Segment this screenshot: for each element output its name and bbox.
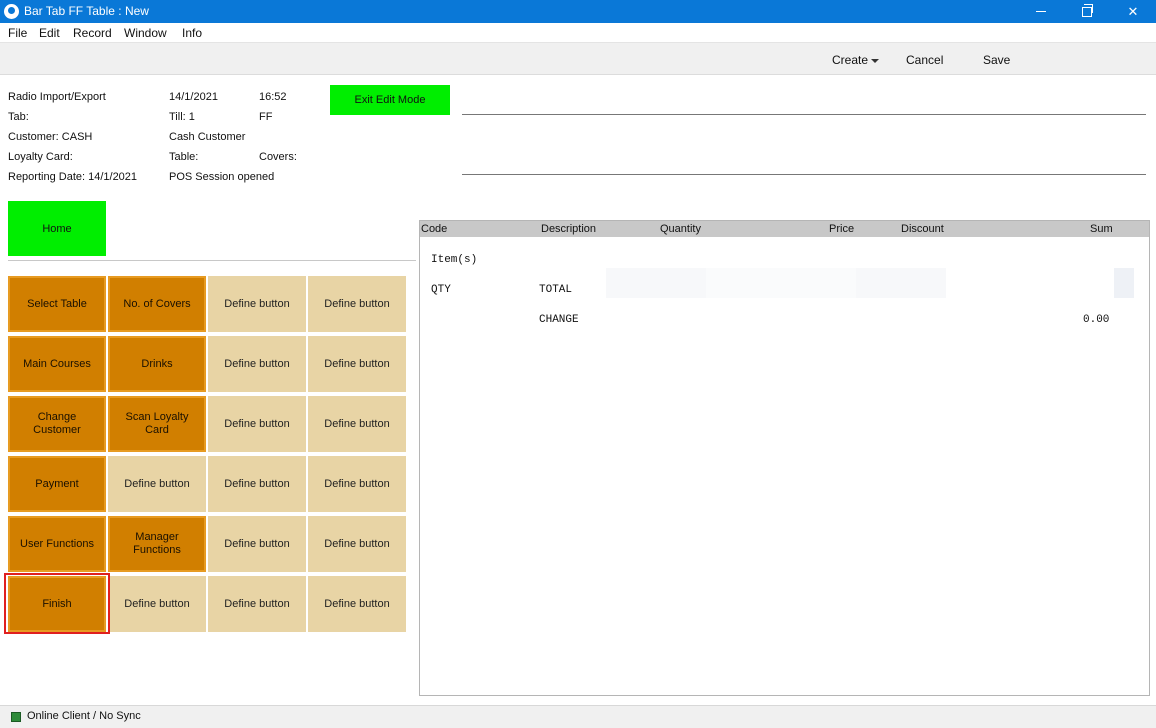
title-bar: Bar Tab FF Table : New ✕ bbox=[0, 0, 1156, 23]
status-bar: Online Client / No Sync bbox=[0, 705, 1156, 728]
chevron-down-icon[interactable] bbox=[871, 59, 879, 63]
define-button[interactable]: Define button bbox=[308, 516, 406, 572]
define-button[interactable]: Define button bbox=[308, 276, 406, 332]
select-table-button[interactable]: Select Table bbox=[8, 276, 106, 332]
exit-edit-mode-button[interactable]: Exit Edit Mode bbox=[330, 85, 450, 115]
items-label: Item(s) bbox=[431, 254, 478, 266]
connection-status-text: Online Client / No Sync bbox=[27, 710, 141, 722]
table-label: Table: bbox=[169, 151, 199, 163]
change-customer-button[interactable]: Change Customer bbox=[8, 396, 106, 452]
window-title: Bar Tab FF Table : New bbox=[24, 4, 149, 18]
covers-button[interactable]: No. of Covers bbox=[108, 276, 206, 332]
save-button[interactable]: Save bbox=[983, 53, 1010, 67]
divider bbox=[462, 114, 1146, 115]
divider bbox=[8, 260, 416, 261]
session-status: POS Session opened bbox=[169, 171, 275, 183]
covers-label: Covers: bbox=[259, 151, 297, 163]
header-time: 16:52 bbox=[259, 91, 287, 103]
define-button[interactable]: Define button bbox=[308, 456, 406, 512]
divider bbox=[462, 174, 1146, 175]
menu-window[interactable]: Window bbox=[124, 26, 167, 40]
column-shade bbox=[706, 268, 856, 298]
menu-file[interactable]: File bbox=[8, 26, 27, 40]
define-button[interactable]: Define button bbox=[308, 336, 406, 392]
define-button[interactable]: Define button bbox=[208, 276, 306, 332]
company-name: Radio Import/Export bbox=[8, 91, 106, 103]
main-courses-button[interactable]: Main Courses bbox=[8, 336, 106, 392]
items-table[interactable]: Code Description Quantity Price Discount… bbox=[419, 220, 1150, 696]
home-button[interactable]: Home bbox=[8, 201, 106, 256]
menu-edit[interactable]: Edit bbox=[39, 26, 60, 40]
scan-loyalty-card-button[interactable]: Scan Loyalty Card bbox=[108, 396, 206, 452]
close-icon: ✕ bbox=[1127, 3, 1139, 19]
home-label: Home bbox=[42, 222, 72, 235]
reporting-date: Reporting Date: 14/1/2021 bbox=[8, 171, 138, 183]
table-header: Code Description Quantity Price Discount… bbox=[420, 221, 1149, 237]
user-functions-button[interactable]: User Functions bbox=[8, 516, 106, 572]
change-label: CHANGE bbox=[539, 314, 579, 326]
minimize-button[interactable] bbox=[1018, 0, 1064, 23]
define-button[interactable]: Define button bbox=[208, 516, 306, 572]
total-label: TOTAL bbox=[539, 284, 573, 296]
column-shade bbox=[1114, 268, 1134, 298]
menu-record[interactable]: Record bbox=[73, 26, 112, 40]
column-discount[interactable]: Discount bbox=[901, 223, 944, 235]
column-price[interactable]: Price bbox=[829, 223, 854, 235]
define-button[interactable]: Define button bbox=[208, 576, 306, 632]
column-description[interactable]: Description bbox=[541, 223, 596, 235]
menu-info[interactable]: Info bbox=[182, 26, 202, 40]
toolbar: Create Cancel Save bbox=[0, 42, 1156, 75]
connection-status-icon bbox=[11, 712, 21, 722]
restore-icon bbox=[1082, 3, 1093, 17]
drinks-button[interactable]: Drinks bbox=[108, 336, 206, 392]
minimize-icon bbox=[1036, 11, 1046, 12]
till-label: Till: 1 bbox=[169, 111, 195, 123]
customer-name: Cash Customer bbox=[169, 131, 246, 143]
tab-label: Tab: bbox=[8, 111, 29, 123]
manager-functions-button[interactable]: Manager Functions bbox=[108, 516, 206, 572]
column-shade bbox=[856, 268, 946, 298]
column-code[interactable]: Code bbox=[421, 223, 447, 235]
column-quantity[interactable]: Quantity bbox=[660, 223, 701, 235]
qty-label: QTY bbox=[431, 284, 451, 296]
define-button[interactable]: Define button bbox=[308, 576, 406, 632]
maximize-button[interactable] bbox=[1064, 0, 1110, 23]
customer-label: Customer: CASH bbox=[8, 131, 93, 143]
payment-button[interactable]: Payment bbox=[8, 456, 106, 512]
close-button[interactable]: ✕ bbox=[1110, 0, 1156, 23]
header-date: 14/1/2021 bbox=[169, 91, 218, 103]
cancel-button[interactable]: Cancel bbox=[906, 53, 943, 67]
define-button[interactable]: Define button bbox=[308, 396, 406, 452]
column-shade bbox=[606, 268, 706, 298]
loyalty-card-label: Loyalty Card: bbox=[8, 151, 73, 163]
column-sum[interactable]: Sum bbox=[1090, 223, 1113, 235]
define-button[interactable]: Define button bbox=[108, 456, 206, 512]
define-button[interactable]: Define button bbox=[208, 336, 306, 392]
create-button[interactable]: Create bbox=[832, 53, 868, 67]
app-logo-icon bbox=[4, 4, 19, 19]
define-button[interactable]: Define button bbox=[208, 396, 306, 452]
finish-highlight bbox=[4, 573, 110, 634]
menu-bar: File Edit Record Window Info bbox=[0, 23, 1156, 42]
define-button[interactable]: Define button bbox=[208, 456, 306, 512]
change-value: 0.00 bbox=[1083, 314, 1110, 326]
exit-edit-mode-label: Exit Edit Mode bbox=[354, 94, 426, 106]
ff-label: FF bbox=[259, 111, 273, 123]
define-button[interactable]: Define button bbox=[108, 576, 206, 632]
